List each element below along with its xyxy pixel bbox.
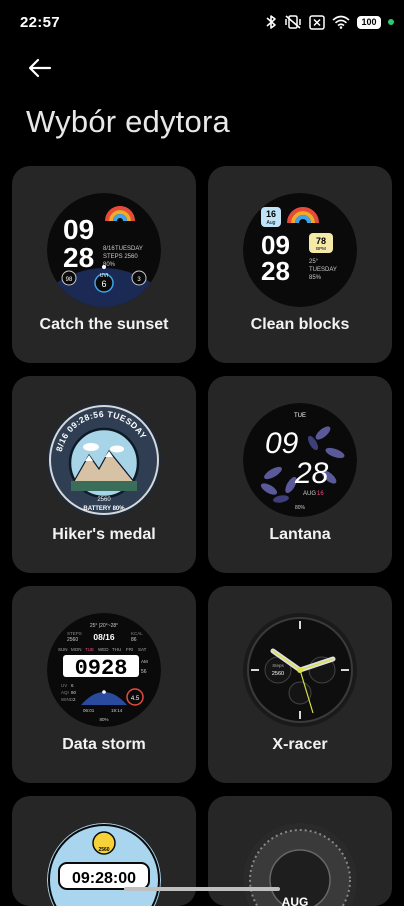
privacy-indicator-dot: [388, 19, 394, 25]
face-date: 08/16: [93, 632, 115, 642]
face-battery: 85%: [309, 275, 322, 281]
face-minute: 28: [261, 256, 290, 286]
status-bar: 22:57 100: [0, 0, 404, 48]
face-sunrise: 06:01: [83, 708, 95, 713]
face-weekday: MON: [71, 647, 82, 652]
home-indicator[interactable]: [124, 887, 280, 891]
watch-face-card-clean-blocks[interactable]: 16 Aug 09 28 78 BPM 25° TUESDAY 85% Clea…: [208, 166, 392, 363]
face-day: TUESDAY: [115, 246, 143, 252]
face-kcal-label: KCAL: [131, 631, 143, 636]
face-weekday: SAT: [138, 647, 147, 652]
vibrate-off-icon: [284, 14, 302, 30]
face-day: TUE: [294, 413, 306, 419]
face-uv-value: 6: [101, 279, 106, 289]
page-title: Wybór edytora: [26, 104, 230, 139]
face-bpm-label: BPM: [316, 246, 326, 251]
status-icons: 100: [265, 14, 394, 30]
face-kcal: 86: [131, 637, 137, 643]
watch-face-name: X-racer: [272, 736, 328, 753]
battery-icon: 100: [357, 15, 381, 29]
face-left-value: 98: [66, 277, 73, 283]
face-value: 4.5: [131, 696, 140, 702]
face-time: 0928: [75, 656, 128, 681]
face-wind-label: WIND: [61, 697, 74, 702]
face-seconds: 56: [141, 669, 147, 675]
watch-face-card-data-storm[interactable]: 25° |20°~28° 08/16 STEPS 2560 KCAL 86 SU…: [12, 586, 196, 783]
arrow-left-icon: [28, 58, 52, 78]
face-month: AUG: [282, 895, 309, 906]
face-steps-label: STEPS: [67, 631, 82, 636]
watch-face-preview: TUE 09 28 AUG 16 80%: [243, 403, 357, 517]
face-battery: 80%: [295, 505, 306, 511]
face-date: 8/16: [103, 246, 115, 252]
watch-face-name: Lantana: [269, 526, 331, 543]
face-minute: 28: [294, 457, 329, 490]
face-weekday: TUE: [85, 647, 94, 652]
face-hour: 09: [63, 214, 94, 245]
face-battery: BATTERY 80%: [83, 506, 125, 512]
watch-face-preview: 2560 09:28:00: [47, 823, 161, 906]
face-ampm: AM: [141, 659, 148, 664]
face-aqi: 80: [71, 690, 77, 695]
face-aqi-label: AQI: [61, 690, 69, 695]
wifi-icon: [332, 15, 350, 29]
watch-face-preview: 8/16 09:28:56 TUESDAY 2560 BATTERY 80%: [47, 403, 161, 517]
back-button[interactable]: [24, 52, 56, 84]
bluetooth-icon: [265, 14, 277, 30]
face-date-day: 16: [266, 209, 276, 219]
watch-face-card-x-racer[interactable]: Steps 2560 X-racer: [208, 586, 392, 783]
face-sunset: 19:14: [111, 708, 123, 713]
face-temps: 25° |20°~28°: [90, 623, 118, 629]
face-minute: 28: [63, 242, 94, 273]
face-hour: 09: [265, 427, 299, 460]
face-temp: 25°: [309, 259, 319, 265]
face-steps: STEPS 2560: [103, 254, 138, 260]
face-weekday: WED: [98, 647, 109, 652]
watch-face-name: Clean blocks: [250, 316, 350, 333]
no-sim-icon: [309, 14, 325, 30]
face-weekday: THU: [112, 647, 121, 652]
face-steps: 2560: [97, 497, 111, 503]
watch-face-name: Hiker's medal: [52, 526, 156, 543]
face-bpm-value: 78: [316, 236, 326, 246]
face-date-month: Aug: [267, 220, 276, 226]
watch-face-preview: 09 28 8/16 TUESDAY STEPS 2560 80% 98 UVI…: [47, 193, 161, 307]
watch-face-card-lantana[interactable]: TUE 09 28 AUG 16 80% Lantana: [208, 376, 392, 573]
watch-face-name: Data storm: [62, 736, 146, 753]
watch-face-preview: Steps 2560: [243, 613, 357, 727]
face-weekday: FRI: [126, 647, 133, 652]
face-battery: 80%: [99, 717, 108, 722]
status-time: 22:57: [20, 14, 60, 31]
face-steps: 2560: [67, 637, 78, 643]
watch-face-card-catch-the-sunset[interactable]: 09 28 8/16 TUESDAY STEPS 2560 80% 98 UVI…: [12, 166, 196, 363]
watch-face-name: Catch the sunset: [39, 316, 169, 333]
face-uv-label: UV: [61, 683, 67, 688]
face-steps: 2560: [272, 671, 284, 677]
face-badge: 2560: [98, 847, 109, 853]
face-time: 09:28:00: [72, 870, 136, 887]
face-month: AUG: [303, 491, 316, 497]
watch-face-card-hikers-medal[interactable]: 8/16 09:28:56 TUESDAY 2560 BATTERY 80% H…: [12, 376, 196, 573]
watch-face-preview: 25° |20°~28° 08/16 STEPS 2560 KCAL 86 SU…: [47, 613, 161, 727]
watch-face-preview: AUG: [243, 823, 357, 906]
face-steps-label: Steps: [272, 663, 284, 668]
face-day: TUESDAY: [309, 267, 337, 273]
face-date: 16: [317, 491, 324, 497]
watch-face-preview: 16 Aug 09 28 78 BPM 25° TUESDAY 85%: [243, 193, 357, 307]
face-weekday: SUN: [58, 647, 68, 652]
